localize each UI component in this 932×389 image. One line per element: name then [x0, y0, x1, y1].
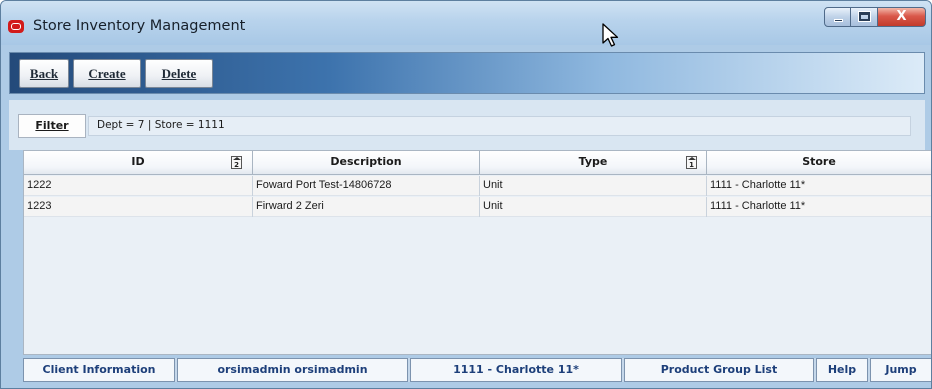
- close-icon: X: [896, 9, 907, 24]
- table-row[interactable]: 1222 Foward Port Test-14806728 Unit 1111…: [24, 176, 931, 196]
- back-button[interactable]: Back: [19, 59, 69, 88]
- column-header-id[interactable]: ID 2: [24, 151, 253, 175]
- cell-store: 1111 - Charlotte 11*: [710, 179, 806, 191]
- title-bar[interactable]: Store Inventory Management X: [1, 1, 931, 45]
- cell-description: Firward 2 Zeri: [253, 197, 480, 217]
- sort-order-icon: 2: [231, 156, 242, 169]
- cell-id: 1223: [24, 197, 253, 217]
- close-button[interactable]: X: [878, 7, 926, 27]
- inventory-table: ID 2 Description Type 1 Store 1222 Fowar…: [23, 150, 931, 355]
- product-group-list-link[interactable]: Product Group List: [624, 358, 814, 382]
- minimize-button[interactable]: [824, 7, 851, 27]
- window-title: Store Inventory Management: [33, 18, 246, 34]
- delete-button[interactable]: Delete: [145, 59, 213, 88]
- cell-type: Unit: [480, 176, 707, 196]
- filter-summary-box: Dept = 7 | Store = 1111: [88, 116, 911, 136]
- maximize-button[interactable]: [851, 7, 878, 27]
- mouse-pointer-icon: [602, 23, 619, 47]
- sort-order-icon: 1: [686, 156, 697, 169]
- help-link[interactable]: Help: [816, 358, 868, 382]
- column-header-type[interactable]: Type 1: [480, 151, 707, 175]
- client-information-link[interactable]: Client Information: [23, 358, 175, 382]
- left-frame: [1, 150, 23, 388]
- app-window: Store Inventory Management X Back Create…: [0, 0, 932, 389]
- action-toolbar: Back Create Delete: [9, 52, 925, 94]
- column-header-description[interactable]: Description: [253, 151, 480, 175]
- column-header-label: Store: [802, 155, 836, 168]
- column-header-label: ID: [131, 155, 145, 168]
- cell-description: Foward Port Test-14806728: [253, 176, 480, 196]
- maximize-icon: [858, 11, 871, 22]
- cell-type: Unit: [480, 197, 707, 217]
- minimize-icon: [834, 19, 843, 22]
- app-logo-icon: [8, 20, 24, 33]
- column-header-label: Description: [330, 155, 402, 168]
- column-header-label: Type: [578, 155, 608, 168]
- cell-id: 1222: [24, 176, 253, 196]
- table-header: ID 2 Description Type 1 Store: [24, 151, 931, 175]
- cell-store: 1111 - Charlotte 11*: [710, 200, 806, 212]
- filter-summary: Dept = 7 | Store = 1111: [97, 119, 225, 131]
- table-row[interactable]: 1223 Firward 2 Zeri Unit 1111 - Charlott…: [24, 197, 931, 217]
- user-name-status: orsimadmin orsimadmin: [177, 358, 408, 382]
- jump-link[interactable]: Jump: [870, 358, 931, 382]
- current-store-status[interactable]: 1111 - Charlotte 11*: [410, 358, 622, 382]
- filter-button[interactable]: Filter: [18, 114, 86, 138]
- create-button[interactable]: Create: [73, 59, 141, 88]
- column-header-store[interactable]: Store: [707, 151, 931, 175]
- filter-bar: Filter Dept = 7 | Store = 1111: [9, 100, 925, 150]
- window-controls: X: [824, 7, 926, 27]
- status-bar: Client Information orsimadmin orsimadmin…: [23, 358, 931, 382]
